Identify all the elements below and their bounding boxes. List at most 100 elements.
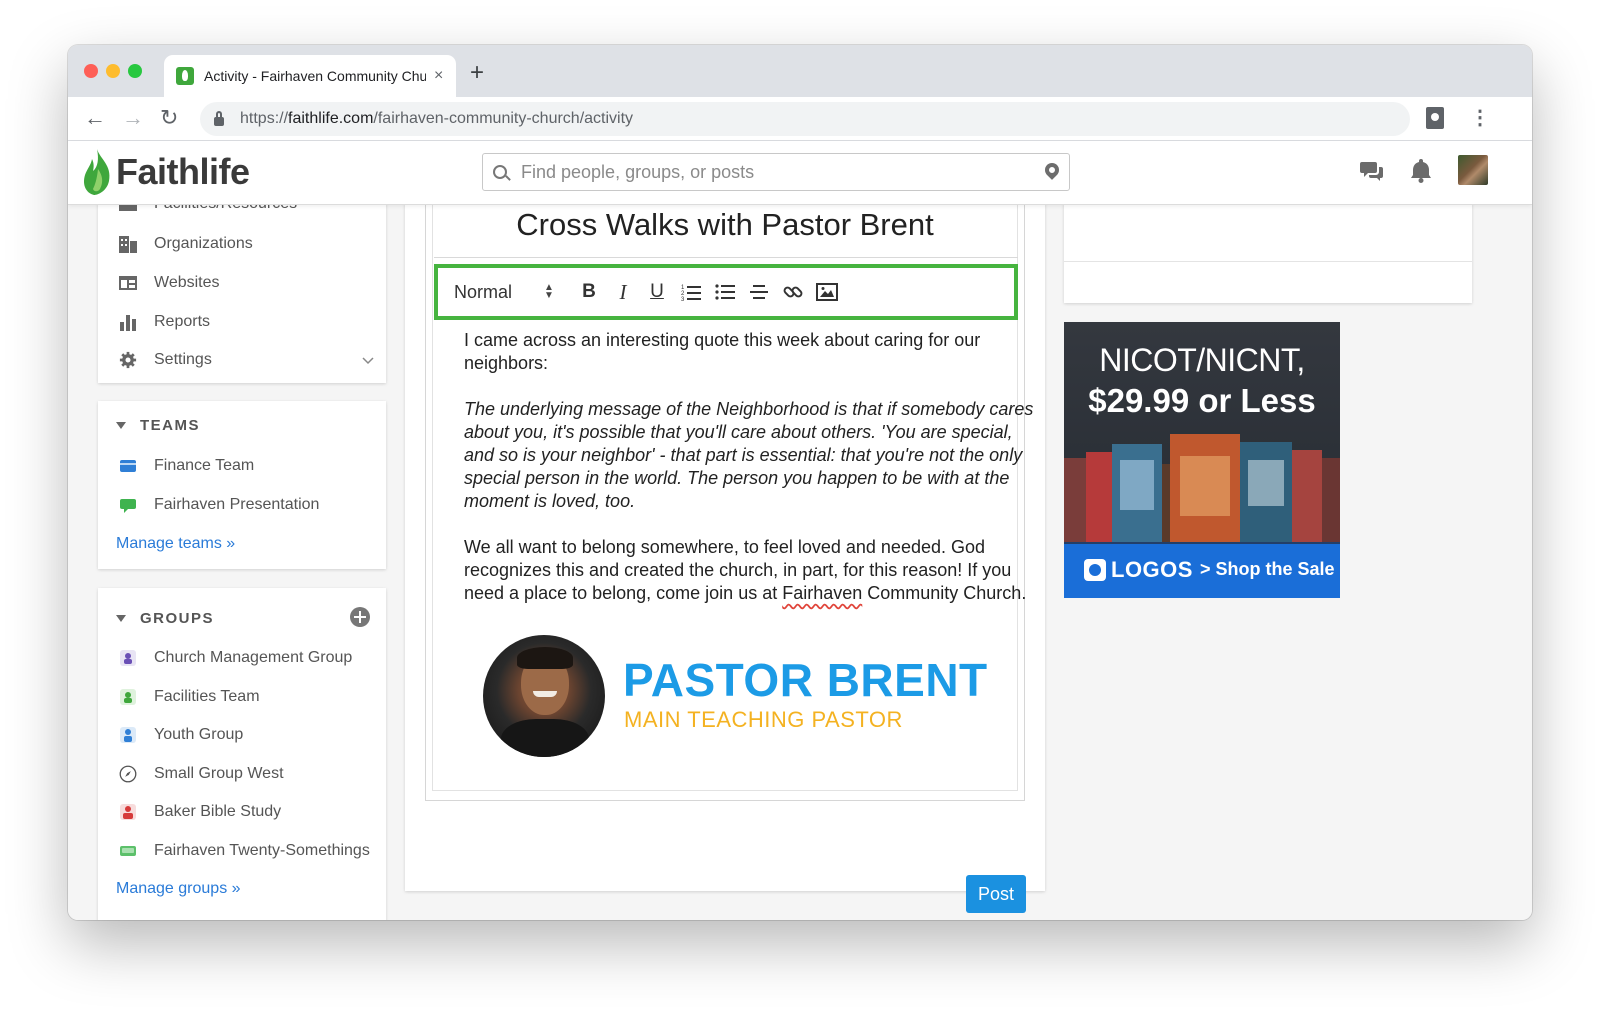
align-button[interactable]: [742, 277, 776, 307]
rich-text-toolbar: Normal ▲ ▼ B I U 123: [434, 264, 1018, 320]
italic-button[interactable]: I: [606, 277, 640, 307]
underline-button[interactable]: U: [640, 277, 674, 307]
url-host: faithlife.com: [288, 110, 374, 127]
add-group-icon[interactable]: [350, 607, 370, 627]
select-arrows-icon: ▲ ▼: [544, 282, 554, 301]
ad-headline: NICOT/NICNT,: [1099, 342, 1305, 378]
bullet-list-icon: [715, 284, 735, 300]
post-title[interactable]: Cross Walks with Pastor Brent: [426, 207, 1024, 243]
teams-card: TEAMS Finance Team Fairhaven Presentatio…: [98, 401, 386, 569]
church-management-icon: [120, 650, 136, 666]
manage-teams-link[interactable]: Manage teams »: [116, 535, 235, 553]
nav-item-websites[interactable]: Websites: [118, 274, 220, 292]
close-window-button[interactable]: [84, 64, 98, 78]
chevron-down-icon[interactable]: [362, 357, 374, 365]
link-button[interactable]: [776, 277, 810, 307]
group-item-label: Youth Group: [154, 726, 244, 743]
browser-menu-icon[interactable]: ⋮: [1470, 105, 1490, 130]
group-item-small-group-west[interactable]: Small Group West: [118, 765, 284, 783]
faithlife-logo[interactable]: Faithlife: [116, 151, 250, 193]
pastor-role: MAIN TEACHING PASTOR: [624, 707, 903, 732]
team-item-finance[interactable]: Finance Team: [118, 457, 254, 475]
pastor-smile: [533, 691, 557, 697]
admin-nav-card: Facilities/Resources Organizations Websi…: [98, 205, 386, 383]
logos-ad-banner[interactable]: NICOT/NICNT, $29.99 or Less LOGOS > Shop…: [1064, 322, 1340, 598]
collapse-triangle-icon: [116, 422, 126, 429]
ad-price: $29.99 or Less: [1088, 382, 1316, 419]
misspelled-word[interactable]: Fairhaven: [782, 583, 862, 603]
compass-icon: [119, 765, 137, 783]
svg-text:3: 3: [681, 297, 685, 301]
pastor-shirt: [501, 719, 589, 757]
group-item-baker-bible-study[interactable]: Baker Bible Study: [118, 803, 281, 821]
search-input[interactable]: [521, 161, 1045, 183]
team-item-label: Fairhaven Presentation: [154, 496, 320, 513]
reload-icon[interactable]: ↻: [160, 105, 178, 131]
ad-shop-link[interactable]: > Shop the Sale: [1200, 559, 1335, 580]
bold-button[interactable]: B: [572, 277, 606, 307]
tab-close-icon[interactable]: ×: [434, 67, 443, 85]
bible-study-icon: [120, 804, 136, 820]
card-divider: [1064, 261, 1472, 262]
nav-item-organizations[interactable]: Organizations: [118, 235, 253, 253]
image-button[interactable]: [810, 277, 844, 307]
link-icon: [783, 286, 803, 298]
group-item-facilities-team[interactable]: Facilities Team: [118, 688, 260, 706]
post-body-editor[interactable]: I came across an interesting quote this …: [464, 329, 1034, 628]
forward-arrow-icon[interactable]: →: [122, 105, 144, 131]
bullet-list-button[interactable]: [708, 277, 742, 307]
manage-groups-link[interactable]: Manage groups »: [116, 880, 241, 898]
format-select-value: Normal: [454, 281, 513, 302]
address-bar[interactable]: https://faithlife.com/fairhaven-communit…: [200, 102, 1410, 136]
organization-icon: [119, 236, 137, 253]
ordered-list-icon: 123: [681, 285, 701, 301]
teams-heading[interactable]: TEAMS: [116, 417, 200, 434]
tab-strip: Activity - Fairhaven Community Church × …: [68, 45, 1532, 97]
nav-item-settings[interactable]: Settings: [118, 351, 212, 369]
ordered-list-button[interactable]: 123: [674, 277, 708, 307]
paragraph-format-select[interactable]: Normal ▲ ▼: [454, 282, 572, 303]
post-quote: The underlying message of the Neighborho…: [464, 399, 1034, 511]
group-item-twenty-somethings[interactable]: Fairhaven Twenty-Somethings: [118, 842, 370, 860]
ad-book-covers-image: [1064, 434, 1340, 542]
group-item-church-management[interactable]: Church Management Group: [118, 649, 352, 667]
facilities-team-icon: [120, 689, 136, 705]
post-button[interactable]: Post: [966, 875, 1026, 913]
collapse-triangle-icon: [116, 615, 126, 622]
nav-item-label: Facilities/Resources: [154, 205, 297, 213]
search-box[interactable]: [482, 153, 1070, 191]
pastor-photo: [483, 635, 605, 757]
zoom-window-button[interactable]: [128, 64, 142, 78]
faithlife-flame-icon[interactable]: [82, 149, 112, 195]
youth-group-icon: [120, 727, 136, 743]
groups-heading[interactable]: GROUPS: [116, 610, 214, 627]
nav-item-reports[interactable]: Reports: [118, 313, 210, 331]
twenty-somethings-icon: [120, 846, 136, 856]
ad-brand: LOGOS: [1111, 557, 1193, 582]
nav-item-facilities[interactable]: Facilities/Resources: [118, 205, 297, 213]
group-item-youth[interactable]: Youth Group: [118, 726, 243, 744]
compose-card: Cross Walks with Pastor Brent Normal ▲ ▼ …: [405, 205, 1045, 891]
group-item-label: Church Management Group: [154, 649, 353, 666]
messages-icon[interactable]: [1360, 159, 1384, 183]
nav-item-label: Reports: [154, 313, 211, 330]
user-avatar[interactable]: [1458, 155, 1488, 185]
post-paragraph: I came across an interesting quote this …: [464, 330, 981, 373]
clipboard-extension-icon[interactable]: [1426, 107, 1444, 129]
location-pin-icon[interactable]: [1042, 160, 1062, 180]
browser-tab[interactable]: Activity - Fairhaven Community Church ×: [164, 55, 456, 97]
search-icon: [493, 165, 507, 179]
new-tab-button[interactable]: +: [470, 59, 484, 87]
groups-heading-label: GROUPS: [140, 610, 215, 627]
team-item-presentation[interactable]: Fairhaven Presentation: [118, 496, 319, 514]
nav-item-label: Settings: [154, 351, 212, 368]
minimize-window-button[interactable]: [106, 64, 120, 78]
group-item-label: Baker Bible Study: [154, 803, 282, 820]
back-arrow-icon[interactable]: ←: [84, 105, 106, 131]
browser-toolbar: ← → ↻ https://faithlife.com/fairhaven-co…: [68, 97, 1532, 141]
groups-card: GROUPS Church Management Group Facilitie…: [98, 588, 386, 920]
notifications-bell-icon[interactable]: [1410, 157, 1432, 183]
nav-item-label: Organizations: [154, 235, 253, 252]
logos-logo-icon: [1084, 559, 1106, 581]
right-info-card: [1064, 205, 1472, 303]
